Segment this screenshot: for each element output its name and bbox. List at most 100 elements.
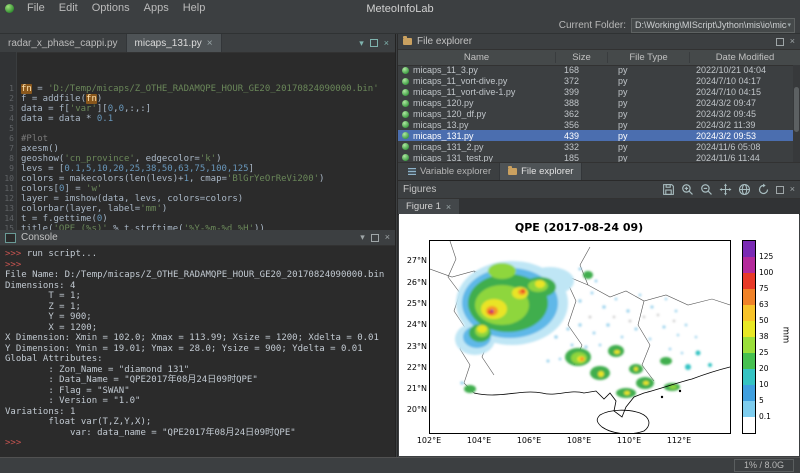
console-line: >>> run script... bbox=[5, 249, 390, 260]
code-line[interactable]: 10colors = makecolors(len(levs)+1, cmap=… bbox=[0, 174, 395, 184]
console-title: Console bbox=[21, 232, 58, 243]
column-header-filetype[interactable]: File Type bbox=[608, 52, 690, 63]
console-line: >>> bbox=[5, 438, 390, 449]
code-line[interactable]: 1fn = 'D:/Temp/micaps/Z_OTHE_RADAMQPE_HO… bbox=[0, 84, 395, 94]
menu-help[interactable]: Help bbox=[176, 0, 213, 17]
code-line[interactable]: 11colors[0] = 'w' bbox=[0, 184, 395, 194]
console-text: Y = 900; bbox=[5, 312, 92, 322]
y-tick-label: 22°N bbox=[401, 363, 427, 372]
float-panel-icon[interactable] bbox=[370, 39, 378, 47]
figures-header: Figures × bbox=[398, 181, 800, 199]
map-plot[interactable] bbox=[429, 240, 731, 434]
memory-indicator[interactable]: 1% / 8.0G bbox=[734, 459, 794, 472]
code-line[interactable]: 14t = f.gettime(0) bbox=[0, 214, 395, 224]
code-line[interactable]: 12layer = imshow(data, levs, colors=colo… bbox=[0, 194, 395, 204]
table-row[interactable]: micaps_11_3.py168py2022/10/21 04:04 bbox=[398, 65, 800, 76]
toolbar: Current Folder: D:\Working\MIScript\Jyth… bbox=[0, 17, 800, 34]
table-row[interactable]: micaps_11_vort-dive.py372py2024/7/10 04:… bbox=[398, 76, 800, 87]
x-tick-label: 110°E bbox=[614, 436, 644, 445]
table-row[interactable]: micaps_120.py388py2024/3/2 09:47 bbox=[398, 98, 800, 109]
tab-label: Figure 1 bbox=[406, 201, 441, 212]
chevron-down-icon[interactable]: ▾ bbox=[787, 21, 791, 29]
save-icon[interactable] bbox=[662, 183, 675, 196]
close-icon[interactable]: × bbox=[790, 185, 795, 194]
column-header-size[interactable]: Size bbox=[556, 52, 608, 63]
close-icon[interactable]: × bbox=[446, 202, 451, 212]
editor-tab-label: micaps_131.py bbox=[135, 38, 202, 49]
scrollbar-thumb[interactable] bbox=[794, 87, 799, 132]
zoom-in-icon[interactable] bbox=[681, 183, 694, 196]
py-file-icon bbox=[402, 154, 409, 161]
code-line[interactable]: 8geoshow('cn_province', edgecolor='k') bbox=[0, 154, 395, 164]
close-icon[interactable]: × bbox=[384, 39, 389, 48]
close-icon[interactable]: × bbox=[385, 233, 390, 242]
code-area[interactable]: 1fn = 'D:/Temp/micaps/Z_OTHE_RADAMQPE_HO… bbox=[0, 52, 395, 230]
code-line[interactable]: 2f = addfile(fn) bbox=[0, 94, 395, 104]
x-tick-label: 104°E bbox=[464, 436, 494, 445]
editor-tab-radar[interactable]: radar_x_phase_cappi.py bbox=[0, 34, 127, 52]
float-panel-icon[interactable] bbox=[776, 38, 784, 46]
x-tick-label: 108°E bbox=[564, 436, 594, 445]
float-panel-icon[interactable] bbox=[776, 186, 784, 194]
console-prompt: >>> bbox=[5, 438, 21, 448]
colorbar-tick-label: 10 bbox=[759, 380, 769, 389]
folder-icon bbox=[403, 38, 412, 45]
full-extent-icon[interactable] bbox=[738, 183, 751, 196]
code-line[interactable]: 4data = data * 0.1 bbox=[0, 114, 395, 124]
column-header-name[interactable]: Name bbox=[398, 52, 556, 63]
close-icon[interactable]: × bbox=[790, 37, 795, 46]
line-number: 13 bbox=[0, 204, 18, 214]
file-name: micaps_120_df.py bbox=[413, 109, 556, 119]
colorbar-segment bbox=[743, 305, 755, 321]
console-text: : Flag = "SWAN" bbox=[5, 386, 130, 396]
py-file-icon bbox=[402, 89, 409, 96]
file-type: py bbox=[608, 87, 690, 97]
scrollbar[interactable] bbox=[793, 65, 800, 163]
table-row[interactable]: micaps_131_2.py332py2024/11/6 05:08 bbox=[398, 141, 800, 152]
colorbar bbox=[742, 240, 756, 434]
menu-file[interactable]: File bbox=[20, 0, 52, 17]
y-tick-label: 25°N bbox=[401, 299, 427, 308]
menu-apps[interactable]: Apps bbox=[137, 0, 176, 17]
colorbar-segment bbox=[743, 353, 755, 369]
colorbar-tick-label: 38 bbox=[759, 332, 769, 341]
code-line[interactable]: 3data = f['var'][0,0,:,:] bbox=[0, 104, 395, 114]
colorbar-tick-label: 125 bbox=[759, 252, 773, 261]
chevron-down-icon[interactable]: ▾ bbox=[359, 39, 364, 48]
zoom-out-icon[interactable] bbox=[700, 183, 713, 196]
line-number: 8 bbox=[0, 154, 18, 164]
console-output[interactable]: >>> run script...>>> File Name: D:/Temp/… bbox=[0, 246, 395, 457]
code-line[interactable]: 9levs = [0.1,5,10,20,25,38,50,63,75,100,… bbox=[0, 164, 395, 174]
file-size: 399 bbox=[556, 87, 608, 97]
current-folder-combobox[interactable]: D:\Working\MIScript\Jython\mis\io\micaps… bbox=[631, 18, 795, 33]
table-row[interactable]: micaps_120_df.py362py2024/3/2 09:45 bbox=[398, 109, 800, 120]
figure-canvas[interactable]: QPE (2017-08-24 09) bbox=[399, 214, 799, 456]
console-text: : Version = "1.0" bbox=[5, 396, 140, 406]
float-panel-icon[interactable] bbox=[371, 234, 379, 242]
menu-edit[interactable]: Edit bbox=[52, 0, 85, 17]
file-explorer-panel: File explorer × Name Size File Type Date… bbox=[397, 34, 800, 180]
colorbar-segment bbox=[743, 241, 755, 257]
code-line[interactable]: 7axesm() bbox=[0, 144, 395, 154]
column-header-datemodified[interactable]: Date Modified bbox=[690, 52, 800, 63]
console-line: float var(T,Z,Y,X); bbox=[5, 417, 390, 428]
chevron-down-icon[interactable]: ▾ bbox=[360, 233, 365, 242]
tab-file-explorer[interactable]: File explorer bbox=[500, 163, 582, 180]
table-row[interactable]: micaps_131.py439py2024/3/2 09:53 bbox=[398, 130, 800, 141]
menu-options[interactable]: Options bbox=[85, 0, 137, 17]
table-row[interactable]: micaps_13.py356py2024/3/2 11:39 bbox=[398, 119, 800, 130]
figure-tab-row: Figure 1 × bbox=[398, 199, 800, 215]
line-number: 1 bbox=[0, 84, 18, 94]
code-line[interactable]: 13colorbar(layer, label='mm') bbox=[0, 204, 395, 214]
editor-tab-micaps131[interactable]: micaps_131.py × bbox=[127, 34, 222, 52]
tab-variable-explorer[interactable]: Variable explorer bbox=[400, 163, 500, 180]
rotate-icon[interactable] bbox=[757, 183, 770, 196]
pan-icon[interactable] bbox=[719, 183, 732, 196]
tab-figure-1[interactable]: Figure 1 × bbox=[398, 199, 459, 214]
code-line[interactable]: 6#Plot bbox=[0, 134, 395, 144]
close-icon[interactable]: × bbox=[207, 38, 213, 49]
table-row[interactable]: micaps_11_vort-dive-1.py399py2024/7/10 0… bbox=[398, 87, 800, 98]
code-line[interactable]: 5 bbox=[0, 124, 395, 134]
colorbar-tick-label: 75 bbox=[759, 284, 769, 293]
tab-label: File explorer bbox=[521, 166, 573, 177]
